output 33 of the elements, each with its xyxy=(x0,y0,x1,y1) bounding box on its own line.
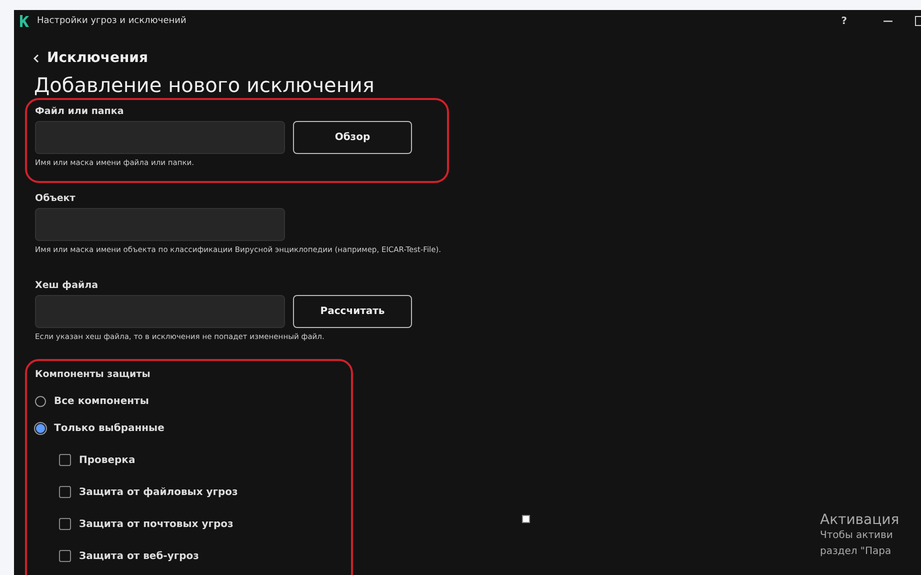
section-label: Компоненты защиты xyxy=(35,368,152,380)
field-label: Объект xyxy=(35,192,76,204)
input-field[interactable] xyxy=(35,208,285,241)
activation-title: Активация xyxy=(820,512,900,528)
page-heading: Добавление нового исключения xyxy=(34,72,374,98)
radio-button[interactable] xyxy=(35,396,46,407)
browse-button[interactable]: Обзор xyxy=(293,121,412,154)
checkbox[interactable] xyxy=(59,486,71,498)
option-label[interactable]: Все компоненты xyxy=(54,396,149,407)
checkbox-label[interactable]: Защита от веб-угроз xyxy=(79,550,199,562)
window-title: Настройки угроз и исключений xyxy=(37,16,186,26)
back-link-text[interactable]: Исключения xyxy=(47,50,148,66)
square-icon xyxy=(522,515,530,523)
logo-icon xyxy=(19,15,29,27)
option-label[interactable]: Только выбранные xyxy=(54,423,164,434)
checkbox-label[interactable]: Защита от файловых угроз xyxy=(79,486,238,498)
checkbox[interactable] xyxy=(59,550,71,562)
minimize-button[interactable]: — xyxy=(869,16,907,26)
activation-text: раздел "Пара xyxy=(820,545,892,559)
calculate-button[interactable]: Рассчитать xyxy=(293,295,412,328)
checkbox-label[interactable]: Защита от почтовых угроз xyxy=(79,518,234,530)
input-field[interactable] xyxy=(35,121,285,154)
checkbox[interactable] xyxy=(59,454,71,466)
field-label: Хеш файла xyxy=(35,279,100,291)
checkbox[interactable] xyxy=(59,518,71,530)
activation-text: Чтобы активи xyxy=(820,529,894,543)
checkbox-label[interactable]: Проверка xyxy=(79,454,136,466)
radio-button[interactable] xyxy=(35,423,46,434)
help-button[interactable]: ? xyxy=(827,16,861,26)
back-link[interactable]: Исключения xyxy=(25,38,148,66)
input-field[interactable] xyxy=(35,295,285,328)
field-label: Файл или папка xyxy=(35,105,125,117)
chevron-icon xyxy=(33,54,39,62)
